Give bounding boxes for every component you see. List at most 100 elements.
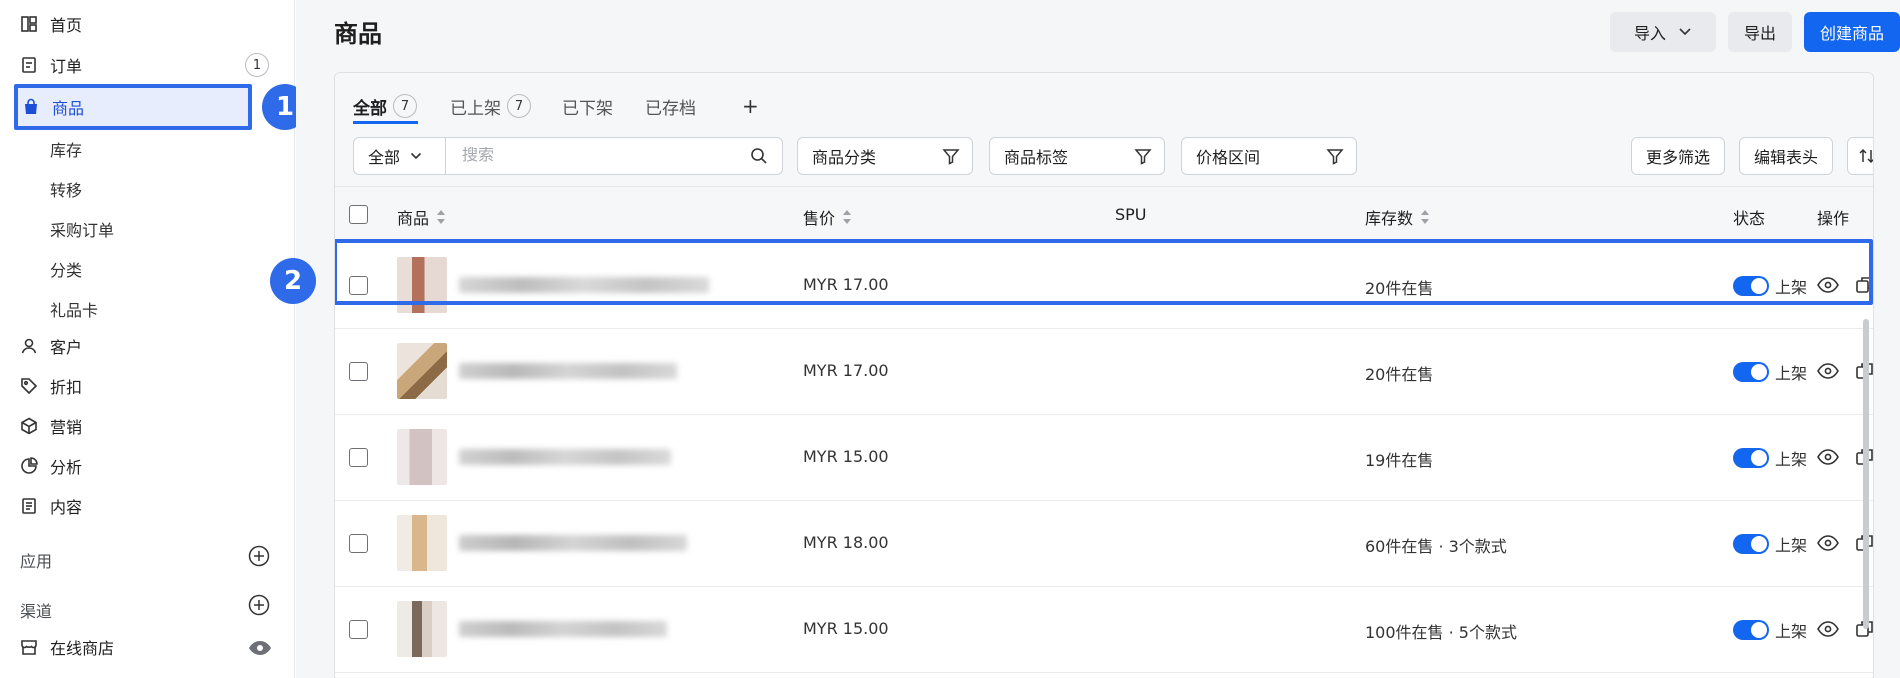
eye-icon[interactable]: [248, 640, 272, 656]
search-input[interactable]: [462, 147, 722, 165]
apps-section-label: 应用: [20, 552, 53, 571]
products-panel: 全部 7 已上架 7 已下架 已存档 + 全部 商品分类: [334, 72, 1874, 678]
sidebar-item-discounts[interactable]: 折扣: [18, 368, 82, 404]
dashboard-icon: [18, 13, 40, 35]
product-name-redacted[interactable]: [459, 363, 677, 379]
search-icon[interactable]: [750, 147, 768, 165]
sort-arrows-icon: [843, 210, 852, 224]
sidebar-item-marketing[interactable]: 营销: [18, 408, 82, 444]
column-header-spu: SPU: [1115, 205, 1147, 224]
price-cell: MYR 18.00: [803, 533, 889, 552]
sidebar-subitem-purchase-orders[interactable]: 采购订单: [50, 214, 114, 244]
product-name-redacted[interactable]: [459, 621, 667, 637]
sidebar-item-content[interactable]: 内容: [18, 488, 82, 524]
sidebar-subitem-transfers[interactable]: 转移: [50, 174, 82, 204]
sidebar-item-label: 分析: [50, 458, 83, 477]
stock-cell: 19件在售: [1365, 451, 1434, 470]
row-checkbox[interactable]: [349, 362, 368, 381]
sidebar-item-orders[interactable]: 订单: [18, 47, 82, 83]
sidebar-subitem-gift-cards[interactable]: 礼品卡: [50, 294, 98, 324]
product-thumbnail[interactable]: [397, 429, 447, 485]
view-icon[interactable]: [1817, 448, 1839, 466]
user-icon: [18, 335, 40, 357]
table-row[interactable]: MYR 17.00 20件在售 上架: [335, 329, 1873, 415]
tab-archived[interactable]: 已存档: [645, 91, 696, 121]
tags-filter[interactable]: 商品标签: [989, 137, 1165, 175]
cube-icon: [18, 415, 40, 437]
add-channel-icon[interactable]: [248, 594, 270, 616]
table-row[interactable]: MYR 18.00 60件在售 · 3个款式 上架: [335, 501, 1873, 587]
channels-section-label: 渠道: [20, 602, 53, 621]
view-icon[interactable]: [1817, 534, 1839, 552]
column-header-stock[interactable]: 库存数: [1365, 205, 1430, 229]
table-row[interactable]: MYR 15.00 100件在售 · 5个款式 上架: [335, 587, 1873, 673]
filter-icon: [1326, 149, 1344, 165]
edit-columns-button[interactable]: 编辑表头: [1739, 137, 1833, 175]
sort-button[interactable]: [1847, 137, 1873, 175]
status-toggle[interactable]: [1733, 362, 1769, 382]
order-icon: [18, 54, 40, 76]
product-thumbnail[interactable]: [397, 515, 447, 571]
sidebar-item-home[interactable]: 首页: [18, 6, 82, 42]
product-name-redacted[interactable]: [459, 449, 671, 465]
row-checkbox[interactable]: [349, 448, 368, 467]
export-button[interactable]: 导出: [1728, 12, 1792, 52]
stock-cell: 60件在售 · 3个款式: [1365, 537, 1507, 556]
table-header: 商品 售价 SPU 库存数 状态 操作: [335, 187, 1873, 242]
filter-icon: [942, 149, 960, 165]
column-label: 库存数: [1365, 209, 1414, 228]
chevron-down-icon: [1679, 28, 1691, 36]
import-button[interactable]: 导入: [1610, 12, 1716, 52]
price-cell: MYR 17.00: [803, 361, 889, 380]
page-title: 商品: [334, 20, 382, 48]
product-thumbnail[interactable]: [397, 343, 447, 399]
scope-select[interactable]: 全部: [354, 138, 446, 174]
price-cell: MYR 15.00: [803, 619, 889, 638]
row-checkbox[interactable]: [349, 620, 368, 639]
sidebar-subitem-inventory[interactable]: 库存: [50, 134, 82, 164]
search-bar: 全部: [353, 137, 783, 175]
sidebar-item-customers[interactable]: 客户: [18, 328, 82, 364]
tab-listed[interactable]: 已上架 7: [450, 91, 531, 121]
sidebar-item-online-store[interactable]: 在线商店: [18, 629, 114, 665]
sidebar-item-label: 订单: [50, 57, 83, 76]
main-content: 商品 导入 导出 创建商品 全部 7 已上架 7 已下架 已存档 + 全部 搜索…: [270, 0, 1900, 678]
column-header-product[interactable]: 商品: [397, 205, 446, 229]
status-label: 上架: [1775, 622, 1808, 641]
more-filters-button[interactable]: 更多筛选: [1631, 137, 1725, 175]
table-scrollbar[interactable]: [1863, 319, 1869, 629]
tab-label: 全部: [353, 98, 387, 119]
tab-all[interactable]: 全部 7: [353, 91, 417, 121]
tab-count: 7: [507, 94, 531, 118]
tag-icon: [18, 375, 40, 397]
tab-count: 7: [393, 94, 417, 118]
row-checkbox[interactable]: [349, 534, 368, 553]
sort-arrows-icon: [437, 210, 446, 224]
add-app-icon[interactable]: [248, 545, 270, 567]
table-row[interactable]: MYR 15.00 19件在售 上架: [335, 415, 1873, 501]
product-thumbnail[interactable]: [397, 601, 447, 657]
status-toggle[interactable]: [1733, 620, 1769, 640]
status-toggle[interactable]: [1733, 534, 1769, 554]
import-label: 导入: [1633, 24, 1666, 43]
scope-label: 全部: [368, 148, 401, 167]
orders-count-badge: 1: [245, 53, 269, 77]
select-all-checkbox[interactable]: [349, 205, 368, 224]
add-tab-button[interactable]: +: [742, 91, 759, 121]
sidebar-item-analytics[interactable]: 分析: [18, 448, 82, 484]
category-filter[interactable]: 商品分类: [797, 137, 973, 175]
product-name-redacted[interactable]: [459, 535, 687, 551]
tab-unlisted[interactable]: 已下架: [562, 91, 613, 121]
price-range-filter[interactable]: 价格区间: [1181, 137, 1357, 175]
view-icon[interactable]: [1817, 620, 1839, 638]
create-product-button[interactable]: 创建商品: [1804, 12, 1900, 52]
column-label: 商品: [397, 209, 430, 228]
sidebar-subitem-categories[interactable]: 分类: [50, 254, 82, 284]
category-filter-label: 商品分类: [812, 148, 877, 167]
view-icon[interactable]: [1817, 362, 1839, 380]
callout-2: 2: [270, 258, 316, 304]
status-label: 上架: [1775, 450, 1808, 469]
column-header-price[interactable]: 售价: [803, 205, 852, 229]
sidebar-item-label: 客户: [50, 338, 83, 357]
status-toggle[interactable]: [1733, 448, 1769, 468]
